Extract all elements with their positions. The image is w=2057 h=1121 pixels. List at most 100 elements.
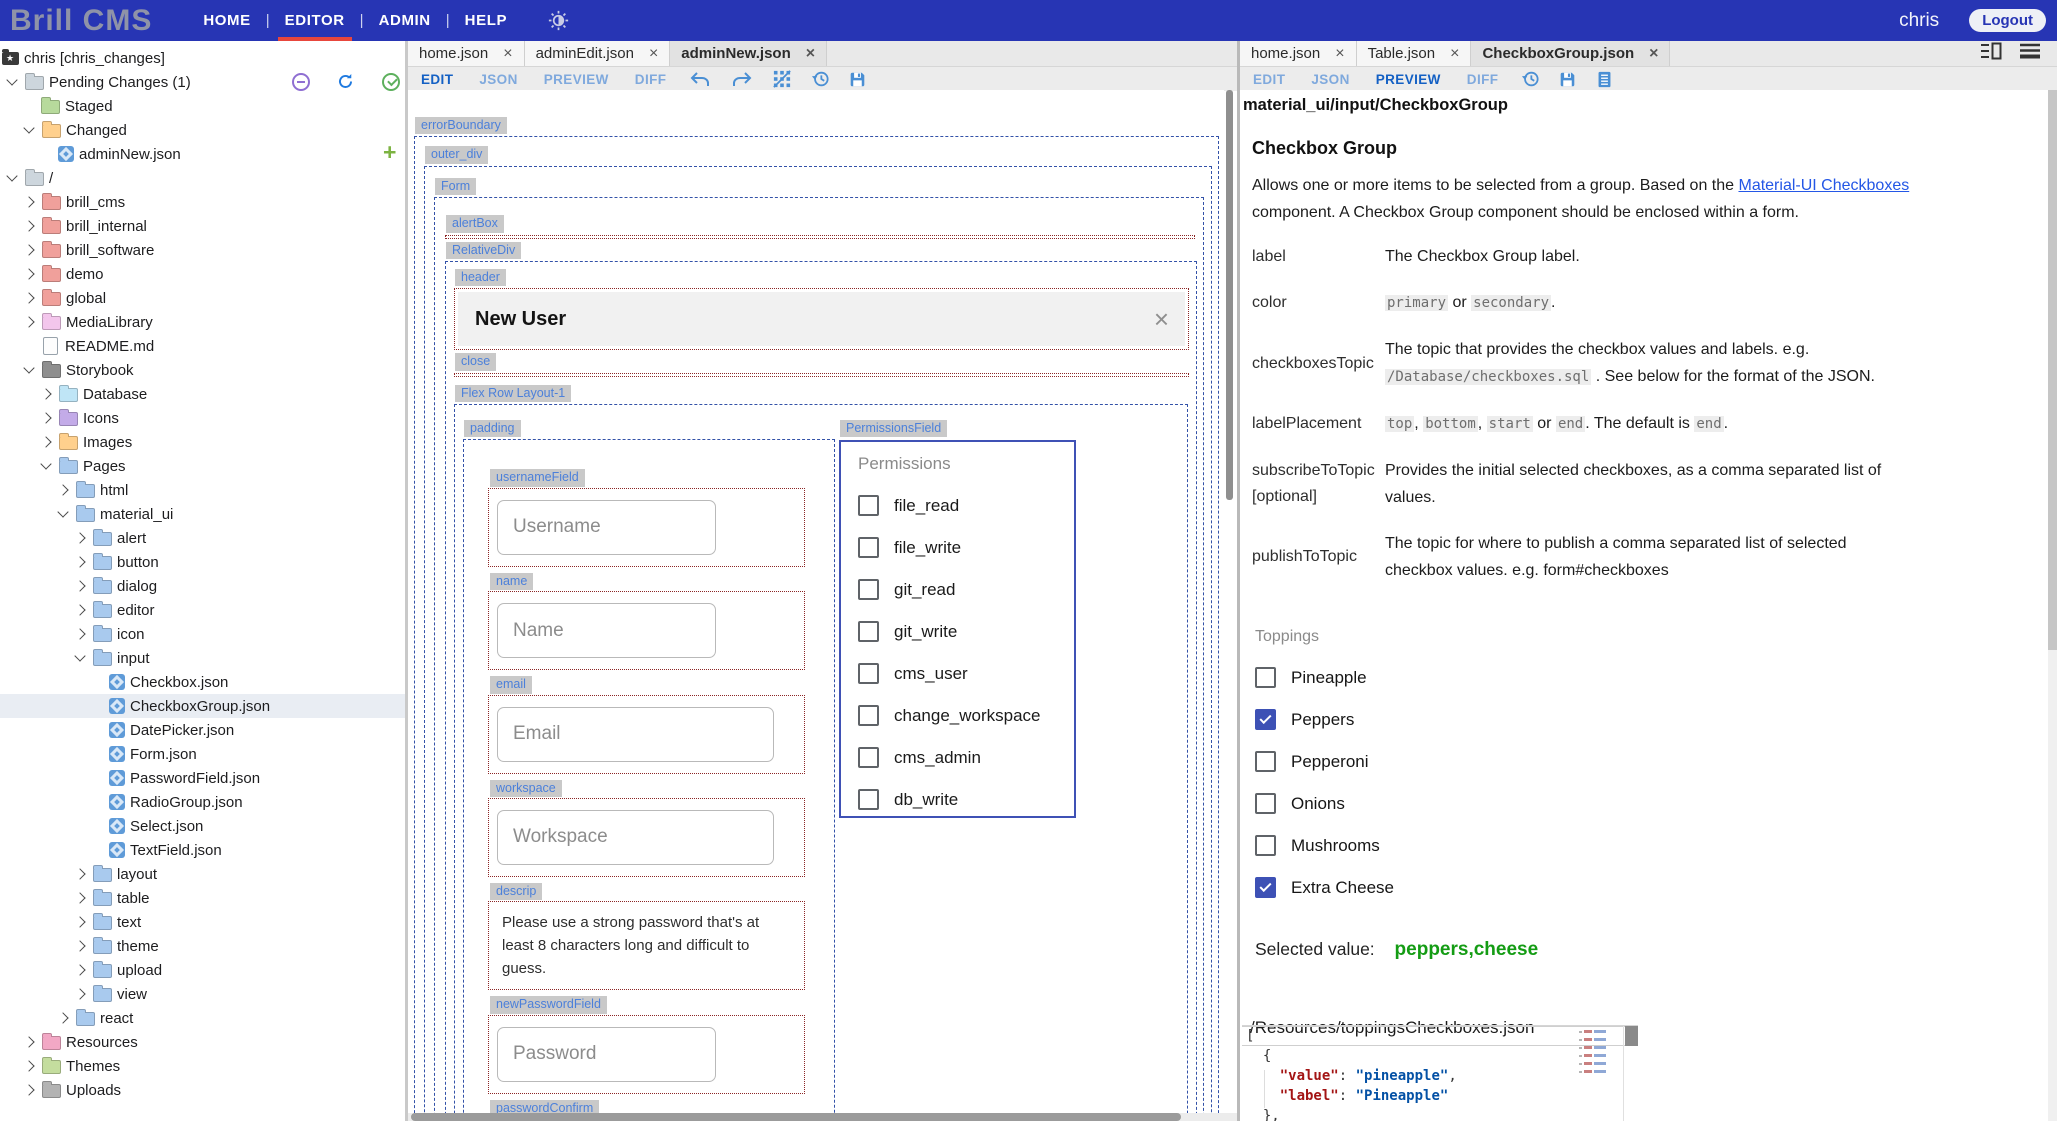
tree-item-themes[interactable]: Themes — [0, 1054, 405, 1078]
chevron-right-icon[interactable] — [40, 436, 51, 447]
workspace-root-row[interactable]: chris [chris_changes] — [0, 46, 405, 70]
chevron-right-icon[interactable] — [40, 388, 51, 399]
topping-option-pepperoni[interactable]: Pepperoni — [1255, 751, 2057, 772]
toolbar-button-preview[interactable]: PREVIEW — [1376, 72, 1441, 87]
component-chip-descrip[interactable]: descrip — [490, 883, 542, 900]
tree-item-uploads[interactable]: Uploads — [0, 1078, 405, 1102]
tab-close-icon[interactable]: × — [806, 46, 815, 62]
editor-horizontal-scrollbar[interactable] — [411, 1113, 1181, 1121]
component-chip-close[interactable]: close — [455, 353, 496, 370]
component-chip-form[interactable]: Form — [435, 178, 476, 195]
checkbox-checked-icon[interactable] — [1255, 877, 1276, 898]
permission-option-db_write[interactable]: db_write — [858, 789, 1074, 810]
component-chip-newPasswordField[interactable]: newPasswordField — [490, 996, 607, 1013]
tree-item-upload[interactable]: upload — [0, 958, 405, 982]
checkbox-unchecked-icon[interactable] — [1255, 667, 1276, 688]
component-chip-errorBoundary[interactable]: errorBoundary — [415, 117, 507, 134]
tab-adminnew-json[interactable]: adminNew.json× — [670, 41, 827, 66]
tab-close-icon[interactable]: × — [1450, 46, 1459, 62]
close-icon[interactable]: × — [1154, 306, 1169, 332]
chevron-right-icon[interactable] — [74, 532, 85, 543]
list-icon[interactable] — [1596, 71, 1613, 88]
chevron-right-icon[interactable] — [57, 1012, 68, 1023]
tree-item-staged[interactable]: Staged — [0, 94, 405, 118]
padding-outline[interactable]: usernameFieldnameemailworkspacedescripPl… — [463, 439, 835, 1113]
tree-item-datepicker-json[interactable]: DatePicker.json — [0, 718, 405, 742]
history-icon[interactable] — [811, 70, 829, 88]
commit-icon[interactable] — [382, 73, 400, 91]
checkbox-unchecked-icon[interactable] — [1255, 793, 1276, 814]
tree-item-text[interactable]: text — [0, 910, 405, 934]
menu-item-home[interactable]: HOME — [203, 0, 250, 41]
split-view-icon[interactable] — [1980, 42, 2002, 65]
tree-item--[interactable]: / — [0, 166, 405, 190]
tree-item-radiogroup-json[interactable]: RadioGroup.json — [0, 790, 405, 814]
chevron-down-icon[interactable] — [23, 362, 34, 373]
alertBox-outline[interactable] — [445, 235, 1195, 239]
chevron-right-icon[interactable] — [74, 604, 85, 615]
tree-item-button[interactable]: button — [0, 550, 405, 574]
tab-close-icon[interactable]: × — [503, 46, 512, 62]
tree-item-brill-software[interactable]: brill_software — [0, 238, 405, 262]
permission-option-file_read[interactable]: file_read — [858, 495, 1074, 516]
tree-item-database[interactable]: Database — [0, 382, 405, 406]
tree-item-dialog[interactable]: dialog — [0, 574, 405, 598]
preview-scrollbar[interactable] — [2048, 90, 2057, 650]
json-source-viewer[interactable]: [ { "value": "pineapple", "label": "Pine… — [1242, 1025, 1638, 1121]
chevron-down-icon[interactable] — [40, 458, 51, 469]
tab-home-json[interactable]: home.json× — [1240, 41, 1357, 66]
toolbar-button-preview[interactable]: PREVIEW — [544, 72, 609, 87]
menu-item-admin[interactable]: ADMIN — [379, 0, 431, 41]
tree-item-brill-cms[interactable]: brill_cms — [0, 190, 405, 214]
tree-item-input[interactable]: input — [0, 646, 405, 670]
tree-item-storybook[interactable]: Storybook — [0, 358, 405, 382]
tab-close-icon[interactable]: × — [649, 46, 658, 62]
chevron-right-icon[interactable] — [23, 1036, 34, 1047]
tree-item-theme[interactable]: theme — [0, 934, 405, 958]
toolbar-button-diff[interactable]: DIFF — [635, 72, 667, 87]
tree-item-editor[interactable]: editor — [0, 598, 405, 622]
checkbox-unchecked-icon[interactable] — [858, 537, 879, 558]
tab-adminedit-json[interactable]: adminEdit.json× — [525, 41, 671, 66]
chevron-right-icon[interactable] — [57, 484, 68, 495]
tree-item-icons[interactable]: Icons — [0, 406, 405, 430]
chevron-right-icon[interactable] — [23, 220, 34, 231]
header-outline[interactable]: New User × — [454, 288, 1189, 350]
tree-item-medialibrary[interactable]: MediaLibrary — [0, 310, 405, 334]
chevron-down-icon[interactable] — [6, 170, 17, 181]
chevron-right-icon[interactable] — [23, 1060, 34, 1071]
chevron-right-icon[interactable] — [74, 868, 85, 879]
chevron-right-icon[interactable] — [74, 916, 85, 927]
newPasswordField-input[interactable] — [497, 1027, 716, 1082]
checkbox-unchecked-icon[interactable] — [858, 579, 879, 600]
minimap[interactable] — [1579, 1030, 1615, 1078]
toolbar-button-edit[interactable]: EDIT — [1253, 72, 1285, 87]
component-chip-email[interactable]: email — [490, 676, 532, 693]
checkbox-unchecked-icon[interactable] — [858, 663, 879, 684]
relativeDiv-outline[interactable]: header New User × close Flex Row Layout-… — [445, 261, 1197, 1113]
chevron-right-icon[interactable] — [74, 940, 85, 951]
toolbar-button-edit[interactable]: EDIT — [421, 72, 453, 87]
tree-item-layout[interactable]: layout — [0, 862, 405, 886]
tree-item-images[interactable]: Images — [0, 430, 405, 454]
tree-item-adminnew-json[interactable]: adminNew.json+ — [0, 142, 405, 166]
checkbox-unchecked-icon[interactable] — [858, 621, 879, 642]
chevron-right-icon[interactable] — [23, 268, 34, 279]
usernameField-input[interactable] — [497, 500, 716, 555]
errorBoundary-outline[interactable]: outer_div Form alertBox RelativeDiv head… — [414, 136, 1219, 1113]
topping-option-peppers[interactable]: Peppers — [1255, 709, 2057, 730]
component-chip-permissionsField[interactable]: PermissionsField — [840, 420, 947, 437]
chevron-right-icon[interactable] — [23, 1084, 34, 1095]
tree-item-table[interactable]: table — [0, 886, 405, 910]
chevron-right-icon[interactable] — [74, 628, 85, 639]
tree-item-checkbox-json[interactable]: Checkbox.json — [0, 670, 405, 694]
component-chip-alertBox[interactable]: alertBox — [446, 215, 504, 232]
checkbox-unchecked-icon[interactable] — [1255, 751, 1276, 772]
tree-item-alert[interactable]: alert — [0, 526, 405, 550]
tree-item-global[interactable]: global — [0, 286, 405, 310]
toolbar-button-diff[interactable]: DIFF — [1467, 72, 1499, 87]
topping-option-pineapple[interactable]: Pineapple — [1255, 667, 2057, 688]
permission-option-git_write[interactable]: git_write — [858, 621, 1074, 642]
material-ui-checkboxes-link[interactable]: Material-UI Checkboxes — [1738, 177, 1909, 194]
redo-icon[interactable] — [731, 72, 753, 87]
